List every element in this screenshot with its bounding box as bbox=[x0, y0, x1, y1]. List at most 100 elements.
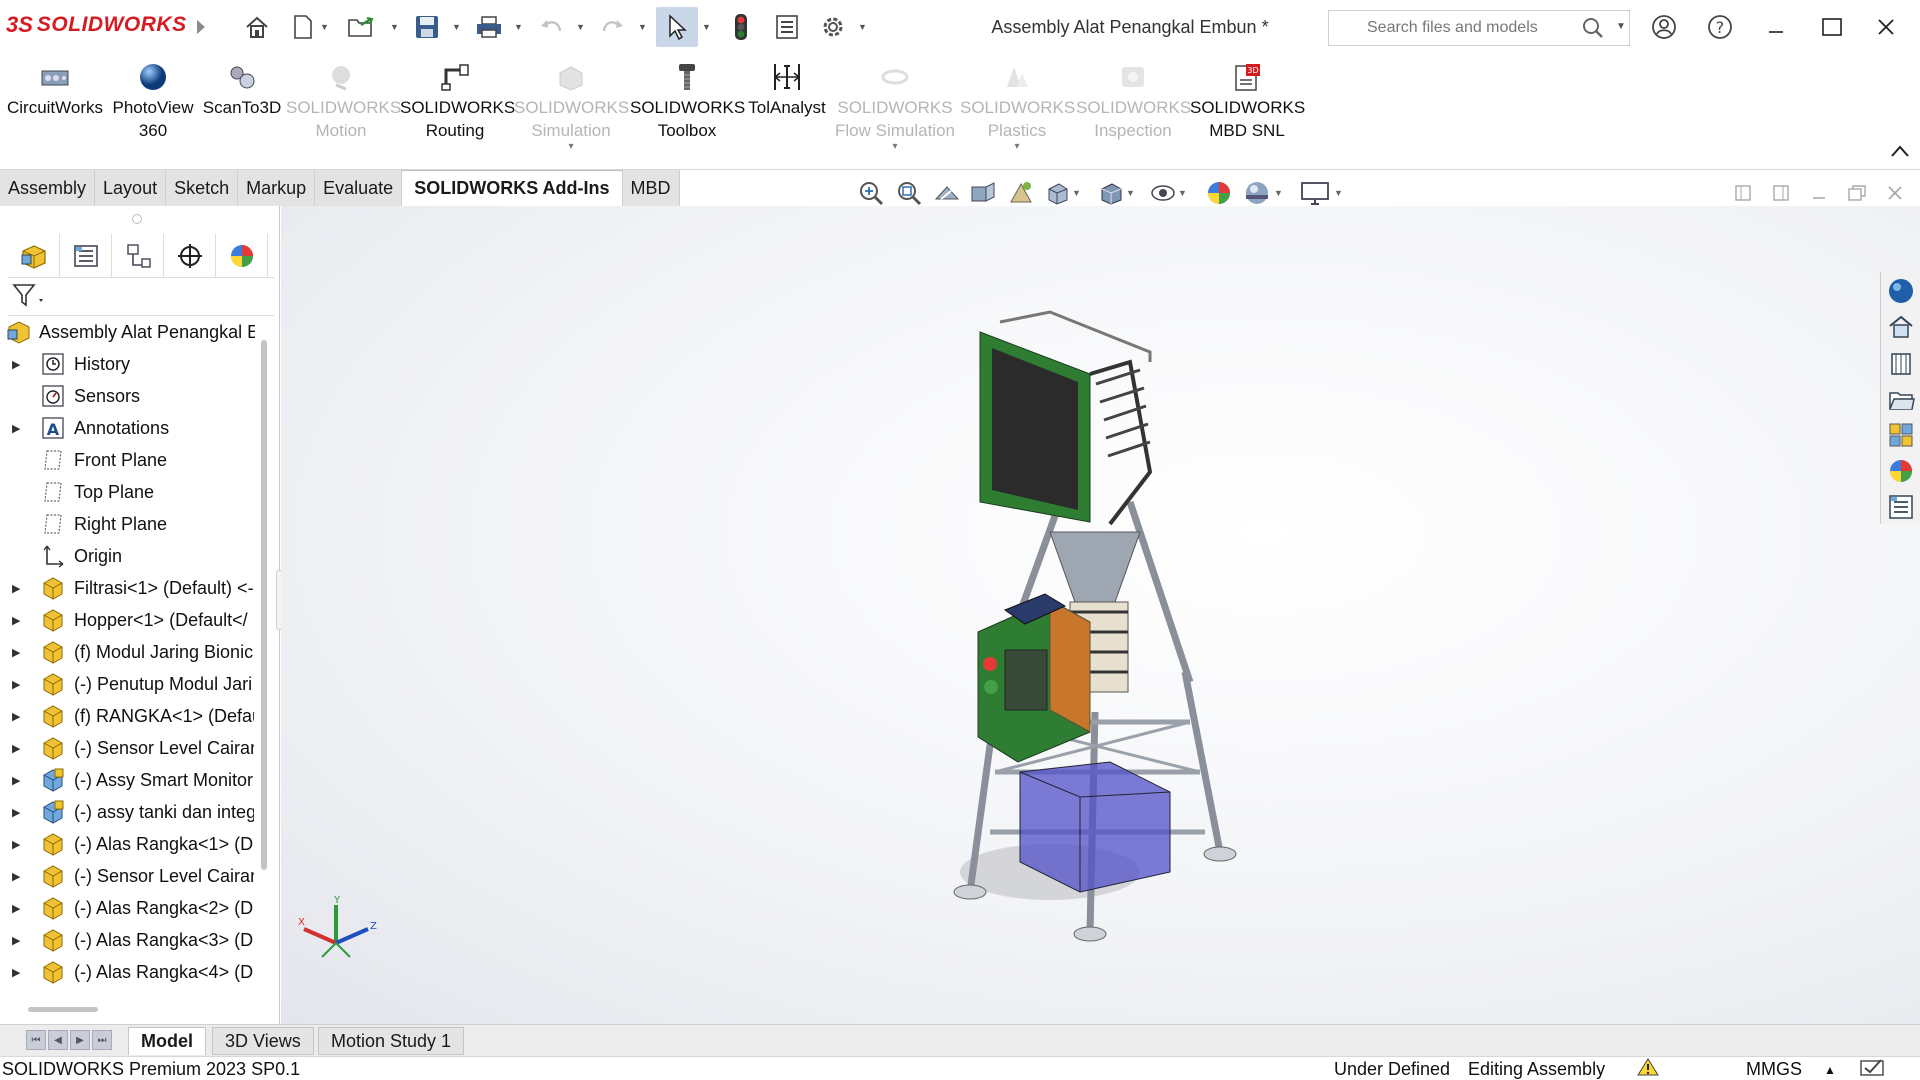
expand-arrow-icon[interactable]: ▶ bbox=[12, 870, 22, 883]
addin-flow-simulation-button[interactable]: SOLIDWORKS Flow Simulation ▾ bbox=[828, 60, 962, 152]
solidworks-resources-icon[interactable] bbox=[1884, 274, 1918, 308]
units-selector[interactable]: MMGS bbox=[1746, 1059, 1802, 1080]
tree-horizontal-scrollbar[interactable] bbox=[28, 1007, 98, 1012]
new-document-icon[interactable] bbox=[286, 11, 320, 43]
property-manager-tab-icon[interactable] bbox=[60, 234, 112, 278]
previous-tab-arrow-icon[interactable]: ◀ bbox=[48, 1030, 68, 1050]
tree-item-front-plane[interactable]: Front Plane bbox=[0, 444, 260, 476]
expand-menu-arrow-icon[interactable] bbox=[184, 11, 218, 43]
customize-status-bar-icon[interactable] bbox=[1858, 1057, 1888, 1080]
tree-root-assembly[interactable]: Assembly Alat Penangkal E bbox=[0, 316, 260, 348]
expand-arrow-icon[interactable]: ▶ bbox=[12, 838, 22, 851]
section-view-icon[interactable] bbox=[968, 178, 998, 208]
tree-item-sensors[interactable]: Sensors bbox=[0, 380, 260, 412]
panel-grip-handle[interactable] bbox=[132, 214, 142, 224]
tree-item-component[interactable]: ▶ Filtrasi<1> (Default) <- bbox=[0, 572, 260, 604]
viewport-close-icon[interactable] bbox=[1882, 182, 1908, 204]
viewport-minimize-icon[interactable] bbox=[1806, 182, 1832, 204]
options-gear-icon[interactable] bbox=[816, 11, 850, 43]
expand-arrow-icon[interactable]: ▶ bbox=[12, 774, 22, 787]
tab-evaluate[interactable]: Evaluate bbox=[315, 170, 403, 206]
home-icon[interactable] bbox=[240, 11, 274, 43]
addin-mbd-snl-button[interactable]: 3D SOLIDWORKS MBD SNL bbox=[1190, 60, 1305, 142]
scene-dropdown-icon[interactable]: ▼ bbox=[1274, 188, 1283, 198]
open-dropdown-icon[interactable]: ▼ bbox=[390, 22, 400, 32]
flow-simulation-dropdown-icon[interactable]: ▾ bbox=[828, 142, 962, 152]
tree-vertical-scrollbar[interactable] bbox=[261, 340, 267, 870]
display-style-icon[interactable] bbox=[1096, 178, 1126, 208]
expand-arrow-icon[interactable]: ▶ bbox=[12, 966, 22, 979]
view-palette-icon[interactable] bbox=[1884, 418, 1918, 452]
addin-tolanalyst-button[interactable]: TolAnalyst bbox=[744, 60, 830, 119]
addin-plastics-button[interactable]: SOLIDWORKS Plastics ▾ bbox=[960, 60, 1075, 152]
tab-markup[interactable]: Markup bbox=[238, 170, 316, 206]
new-dropdown-icon[interactable]: ▼ bbox=[320, 22, 330, 32]
next-tab-arrow-icon[interactable]: ▶ bbox=[70, 1030, 90, 1050]
tree-item-top-plane[interactable]: Top Plane bbox=[0, 476, 260, 508]
tile-right-icon[interactable] bbox=[1768, 182, 1794, 204]
expand-arrow-icon[interactable]: ▶ bbox=[12, 678, 22, 691]
select-dropdown-icon[interactable]: ▼ bbox=[702, 22, 712, 32]
hide-show-dropdown-icon[interactable]: ▼ bbox=[1178, 188, 1187, 198]
addin-motion-button[interactable]: SOLIDWORKS Motion bbox=[286, 60, 401, 142]
dynamic-annotation-views-icon[interactable] bbox=[1006, 178, 1036, 208]
display-manager-tab-icon[interactable] bbox=[216, 234, 268, 278]
tab-solidworks-add-ins[interactable]: SOLIDWORKS Add-Ins bbox=[402, 170, 623, 206]
expand-arrow-icon[interactable]: ▶ bbox=[12, 742, 22, 755]
dimxpert-manager-tab-icon[interactable] bbox=[164, 234, 216, 278]
collapse-ribbon-icon[interactable] bbox=[1890, 142, 1910, 163]
tab-3d-views[interactable]: 3D Views bbox=[212, 1027, 314, 1055]
addin-circuitworks-button[interactable]: CircuitWorks bbox=[6, 60, 104, 119]
assembly-3d-model[interactable] bbox=[900, 292, 1280, 952]
rebuild-traffic-light-icon[interactable] bbox=[724, 11, 758, 43]
expand-arrow-icon[interactable]: ▶ bbox=[12, 358, 22, 371]
file-explorer-icon[interactable] bbox=[1884, 346, 1918, 380]
tree-item-component[interactable]: ▶ (-) Alas Rangka<1> (D bbox=[0, 828, 260, 860]
save-dropdown-icon[interactable]: ▼ bbox=[452, 22, 462, 32]
redo-dropdown-icon[interactable]: ▼ bbox=[638, 22, 648, 32]
undo-icon[interactable] bbox=[534, 11, 568, 43]
help-icon[interactable]: ? bbox=[1700, 10, 1740, 44]
search-magnifier-icon[interactable] bbox=[1582, 17, 1604, 44]
expand-arrow-icon[interactable]: ▶ bbox=[12, 614, 22, 627]
expand-arrow-icon[interactable]: ▶ bbox=[12, 422, 22, 435]
open-icon[interactable] bbox=[344, 11, 378, 43]
addin-simulation-button[interactable]: SOLIDWORKS Simulation ▾ bbox=[514, 60, 629, 152]
expand-arrow-icon[interactable]: ▶ bbox=[12, 710, 22, 723]
tree-item-history[interactable]: ▶ History bbox=[0, 348, 260, 380]
print-icon[interactable] bbox=[472, 11, 506, 43]
view-settings-icon[interactable] bbox=[1296, 178, 1334, 208]
save-icon[interactable] bbox=[410, 11, 444, 43]
view-orientation-dropdown-icon[interactable]: ▼ bbox=[1072, 188, 1081, 198]
configuration-manager-tab-icon[interactable] bbox=[112, 234, 164, 278]
search-dropdown-icon[interactable]: ▼ bbox=[1616, 21, 1626, 32]
tree-item-component[interactable]: ▶ (-) Assy Smart Monitor bbox=[0, 764, 260, 796]
tree-item-component[interactable]: ▶ (-) Alas Rangka<4> (D bbox=[0, 956, 260, 988]
open-folder-icon[interactable] bbox=[1884, 382, 1918, 416]
user-account-icon[interactable] bbox=[1644, 10, 1684, 44]
tab-sketch[interactable]: Sketch bbox=[166, 170, 239, 206]
viewport-restore-icon[interactable] bbox=[1844, 182, 1870, 204]
tree-item-component[interactable]: ▶ (-) Penutup Modul Jari bbox=[0, 668, 260, 700]
zoom-to-area-icon[interactable] bbox=[894, 178, 924, 208]
tree-item-component[interactable]: ▶ Hopper<1> (Default</ bbox=[0, 604, 260, 636]
edit-appearance-icon[interactable] bbox=[1204, 178, 1234, 208]
tab-layout[interactable]: Layout bbox=[95, 170, 167, 206]
undo-dropdown-icon[interactable]: ▼ bbox=[576, 22, 586, 32]
tree-item-component[interactable]: ▶ (-) Alas Rangka<3> (D bbox=[0, 924, 260, 956]
solidworks-logo[interactable]: 3S SOLIDWORKS bbox=[6, 10, 187, 40]
addin-scanto3d-button[interactable]: ScanTo3D bbox=[202, 60, 282, 119]
tree-item-component[interactable]: ▶ (-) assy tanki dan integ bbox=[0, 796, 260, 828]
expand-arrow-icon[interactable]: ▶ bbox=[12, 934, 22, 947]
tree-item-component[interactable]: ▶ (-) Sensor Level Cairan bbox=[0, 860, 260, 892]
print-dropdown-icon[interactable]: ▼ bbox=[514, 22, 524, 32]
select-pointer-icon[interactable] bbox=[656, 7, 698, 47]
design-library-icon[interactable] bbox=[1884, 310, 1918, 344]
expand-arrow-icon[interactable]: ▶ bbox=[12, 902, 22, 915]
rebuild-status-icon[interactable] bbox=[1634, 1057, 1664, 1080]
zoom-to-fit-icon[interactable] bbox=[856, 178, 886, 208]
tree-item-component[interactable]: ▶ (-) Sensor Level Cairan bbox=[0, 732, 260, 764]
tree-item-component[interactable]: ▶ (-) Alas Rangka<2> (D bbox=[0, 892, 260, 924]
tab-model[interactable]: Model bbox=[128, 1027, 206, 1055]
minimize-window-icon[interactable] bbox=[1756, 10, 1796, 44]
